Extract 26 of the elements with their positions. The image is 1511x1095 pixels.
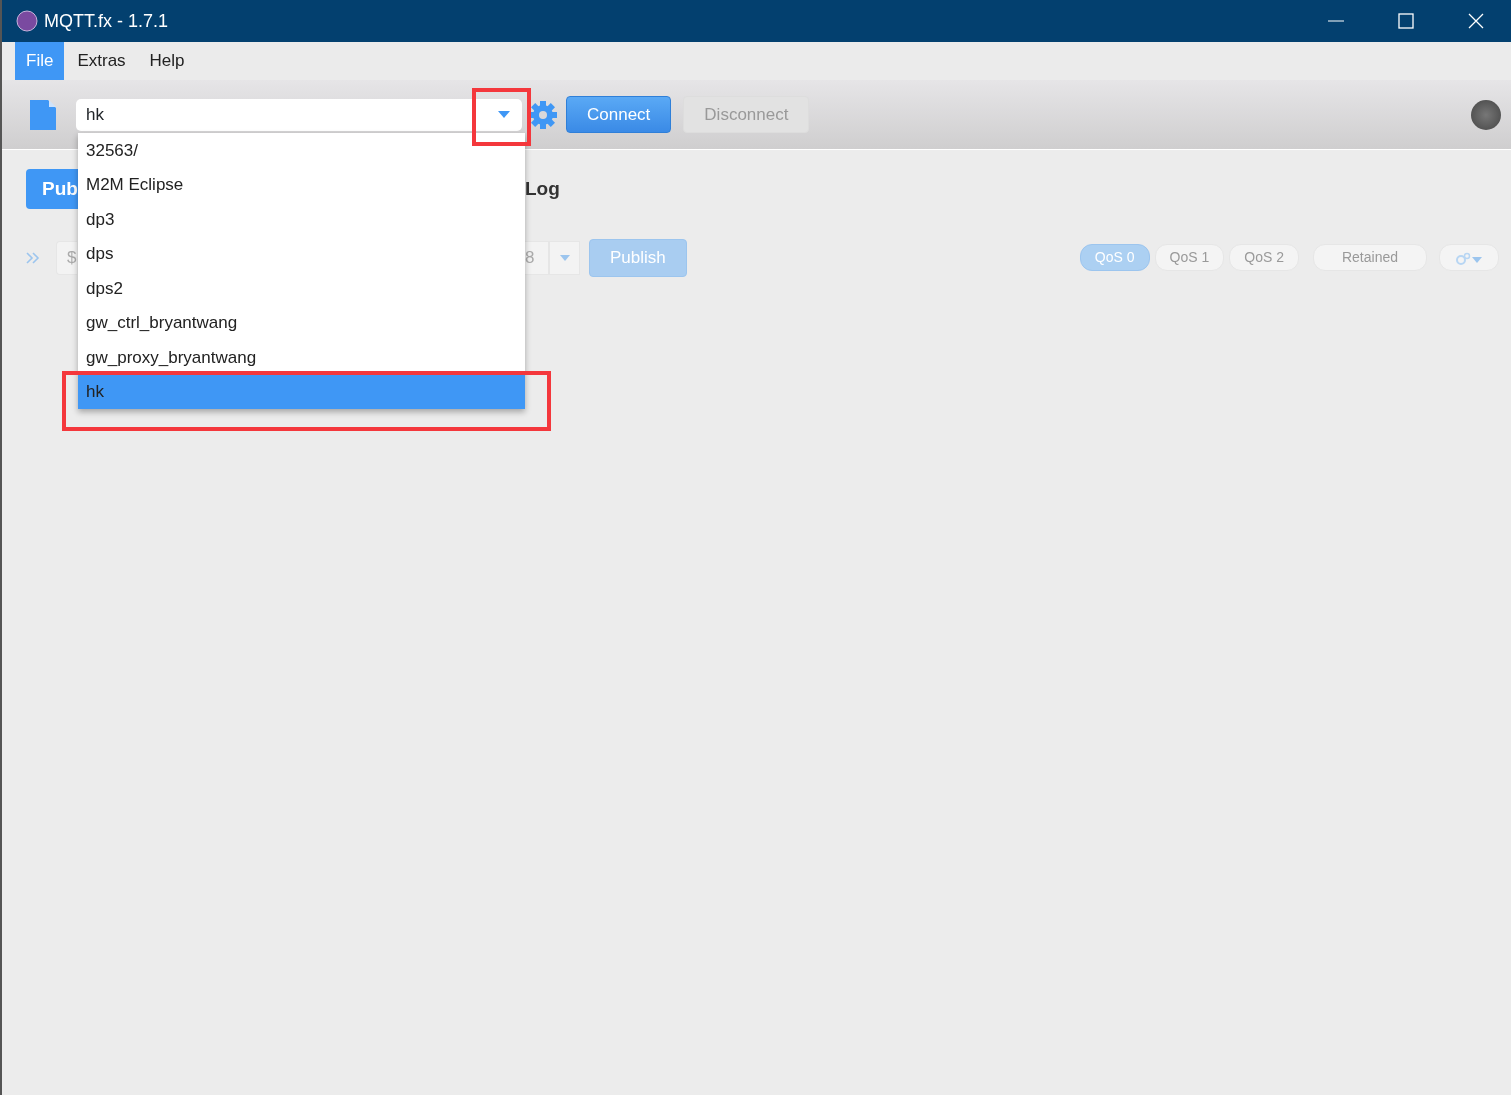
dropdown-option[interactable]: hk [78,374,525,409]
options-menu-button[interactable] [1439,244,1499,272]
menu-item[interactable]: Extras [66,42,137,80]
dropdown-caret-icon[interactable] [498,110,510,119]
dropdown-option[interactable]: M2M Eclipse [78,167,525,202]
dropdown-option[interactable]: gw_ctrl_bryantwang [78,305,525,340]
dropdown-option[interactable]: dps [78,236,525,271]
settings-icon[interactable] [528,99,558,130]
close-icon [1468,13,1484,29]
profile-combo[interactable]: hk [76,98,522,131]
dropdown-option[interactable]: dps2 [78,271,525,306]
dropdown-option[interactable]: dp3 [78,202,525,237]
topic-dropdown-button[interactable] [549,240,580,275]
menu-item[interactable]: Help [138,42,196,80]
connect-button[interactable]: Connect [566,95,672,134]
app-logo-icon [16,10,38,32]
menu-item[interactable]: File [15,42,65,80]
caret-icon [559,254,570,261]
maximize-icon [1398,13,1414,29]
window-title: MQTT.fx - 1.7.1 [44,9,169,33]
tab[interactable]: Pub [26,168,78,210]
gears-caret-icon [1454,251,1484,266]
dropdown-option[interactable]: 32563/ [78,133,525,168]
new-file-icon[interactable] [28,97,58,132]
minimize-icon [1328,20,1344,22]
expand-chevrons-icon[interactable] [26,251,40,264]
